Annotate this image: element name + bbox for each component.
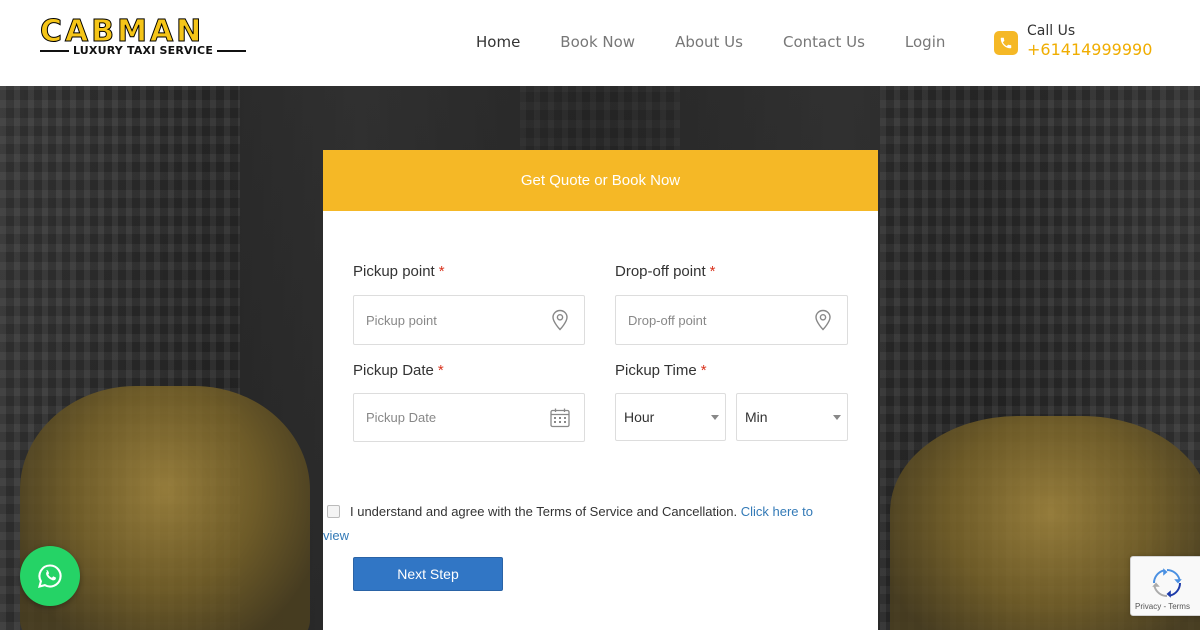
terms-text: I understand and agree with the Terms of… bbox=[350, 504, 738, 519]
chevron-down-icon bbox=[833, 415, 841, 420]
pickup-min-select[interactable]: Min bbox=[736, 393, 848, 441]
pickup-min-value: Min bbox=[745, 409, 768, 425]
recaptcha-badge[interactable]: Privacy - Terms bbox=[1130, 556, 1200, 616]
required-mark: * bbox=[700, 362, 707, 379]
brand-tagline-row: LUXURY TAXI SERVICE bbox=[40, 44, 246, 57]
form-title: Get Quote or Book Now bbox=[520, 172, 681, 189]
brand-tagline: LUXURY TAXI SERVICE bbox=[72, 44, 214, 57]
recaptcha-links[interactable]: Privacy - Terms bbox=[1135, 602, 1190, 611]
required-mark: * bbox=[437, 362, 444, 379]
pickup-time-label: Pickup Time * bbox=[615, 362, 707, 379]
whatsapp-button[interactable] bbox=[20, 546, 80, 606]
pickup-date-label: Pickup Date * bbox=[353, 362, 444, 379]
tagline-divider-left bbox=[40, 49, 69, 52]
nav-about-us[interactable]: About Us bbox=[675, 33, 743, 51]
pickup-hour-value: Hour bbox=[624, 409, 655, 425]
terms-checkbox[interactable] bbox=[327, 505, 340, 518]
required-mark: * bbox=[709, 263, 716, 280]
dropoff-point-label-text: Drop-off point bbox=[615, 263, 706, 280]
brand-name: CABMAN bbox=[39, 14, 205, 49]
map-pin-icon bbox=[552, 309, 568, 331]
dropoff-point-label: Drop-off point * bbox=[615, 263, 715, 280]
site-header: CABMAN LUXURY TAXI SERVICE Home Book Now… bbox=[0, 0, 1200, 86]
pickup-point-field[interactable] bbox=[353, 295, 585, 345]
tagline-divider-right bbox=[217, 49, 246, 52]
map-pin-icon bbox=[815, 309, 831, 331]
nav-contact-us[interactable]: Contact Us bbox=[783, 33, 865, 51]
call-us-label: Call Us bbox=[1027, 23, 1076, 39]
nav-book-now[interactable]: Book Now bbox=[560, 33, 635, 51]
pickup-date-label-text: Pickup Date bbox=[353, 362, 434, 379]
pickup-date-field[interactable] bbox=[353, 393, 585, 442]
chevron-down-icon bbox=[711, 415, 719, 420]
terms-agreement: I understand and agree with the Terms of… bbox=[323, 500, 823, 548]
whatsapp-icon bbox=[38, 564, 62, 588]
next-step-button[interactable]: Next Step bbox=[353, 557, 503, 591]
required-mark: * bbox=[438, 263, 445, 280]
pickup-point-input[interactable] bbox=[366, 296, 546, 344]
pickup-point-label: Pickup point * bbox=[353, 263, 445, 280]
pickup-hour-select[interactable]: Hour bbox=[615, 393, 726, 441]
booking-form: Get Quote or Book Now Pickup point* Drop… bbox=[323, 150, 878, 630]
main-nav: Home Book Now About Us Contact Us Login bbox=[476, 33, 985, 51]
phone-icon bbox=[994, 31, 1018, 55]
pickup-time-label-text: Pickup Time bbox=[615, 362, 697, 379]
pickup-date-input[interactable] bbox=[366, 394, 546, 441]
brand-logo[interactable]: CABMAN LUXURY TAXI SERVICE bbox=[39, 14, 248, 59]
pickup-point-label-text: Pickup point bbox=[353, 263, 435, 280]
nav-home[interactable]: Home bbox=[476, 33, 520, 51]
dropoff-point-input[interactable] bbox=[628, 296, 808, 344]
call-us-number[interactable]: +61414999990 bbox=[1027, 40, 1152, 59]
dropoff-point-field[interactable] bbox=[615, 295, 848, 345]
nav-login[interactable]: Login bbox=[905, 33, 945, 51]
calendar-icon bbox=[550, 408, 570, 428]
form-header: Get Quote or Book Now bbox=[323, 150, 878, 211]
recaptcha-icon bbox=[1152, 568, 1182, 598]
